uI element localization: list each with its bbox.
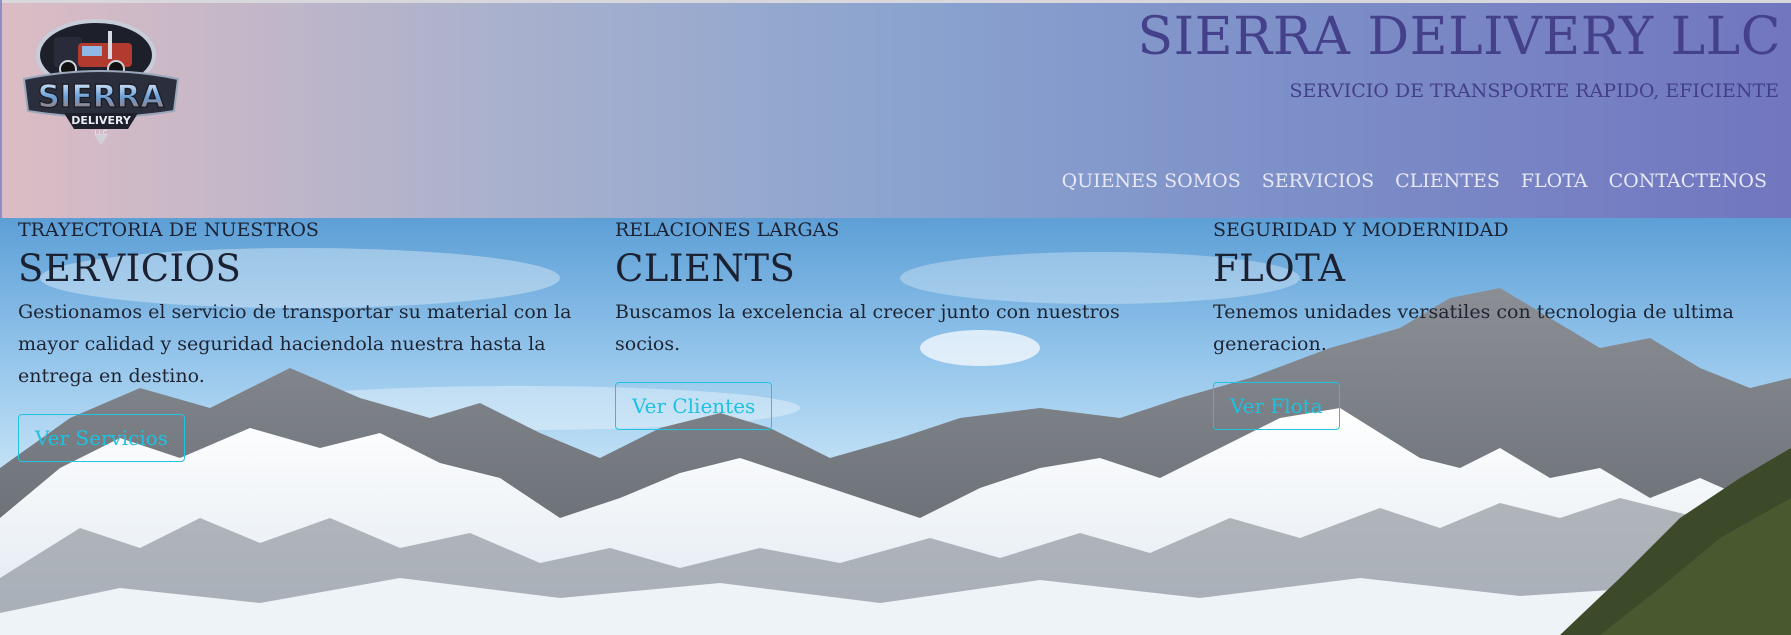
feature-description: Buscamos la excelencia al crecer junto c… — [615, 301, 1120, 355]
nav-contactenos[interactable]: CONTACTENOS — [1609, 170, 1767, 192]
feature-eyebrow: TRAYECTORIA DE NUESTROS — [18, 219, 319, 241]
feature-heading: FLOTA — [1213, 247, 1346, 290]
feature-eyebrow: RELACIONES LARGAS — [615, 219, 840, 241]
logo-wordmark: SIERRA — [38, 79, 165, 115]
logo-subtext: DELIVERY — [71, 114, 132, 127]
ver-clientes-button[interactable]: Ver Clientes — [615, 382, 773, 430]
nav-flota[interactable]: FLOTA — [1521, 170, 1588, 192]
feature-clients: RELACIONES LARGAS CLIENTS Buscamos la ex… — [615, 218, 1175, 430]
ver-flota-button[interactable]: Ver Flota — [1213, 382, 1340, 430]
site-header: SIERRA DELIVERY LLC SIERRA DELIVERY LLC … — [2, 3, 1791, 218]
feature-eyebrow: SEGURIDAD Y MODERNIDAD — [1213, 219, 1509, 241]
nav-servicios[interactable]: SERVICIOS — [1262, 170, 1374, 192]
hero-section: TRAYECTORIA DE NUESTROS SERVICIOS Gestio… — [0, 218, 1791, 635]
feature-description: Gestionamos el servicio de transportar s… — [18, 301, 572, 387]
feature-heading: CLIENTS — [615, 247, 796, 290]
feature-heading: SERVICIOS — [18, 247, 242, 290]
main-nav: QUIENES SOMOS SERVICIOS CLIENTES FLOTA C… — [1062, 170, 1767, 192]
ver-servicios-button[interactable]: Ver Servicios — [18, 414, 186, 462]
nav-clientes[interactable]: CLIENTES — [1395, 170, 1500, 192]
feature-servicios: TRAYECTORIA DE NUESTROS SERVICIOS Gestio… — [18, 218, 588, 462]
sierra-delivery-logo[interactable]: SIERRA DELIVERY LLC — [16, 11, 186, 146]
feature-description: Tenemos unidades versatiles con tecnolog… — [1213, 301, 1734, 355]
feature-flota: SEGURIDAD Y MODERNIDAD FLOTA Tenemos uni… — [1213, 218, 1773, 430]
site-title: SIERRA DELIVERY LLC — [1137, 7, 1781, 67]
nav-quienes-somos[interactable]: QUIENES SOMOS — [1062, 170, 1241, 192]
site-tagline: SERVICIO DE TRANSPORTE RAPIDO, EFICIENTE — [1289, 80, 1779, 102]
